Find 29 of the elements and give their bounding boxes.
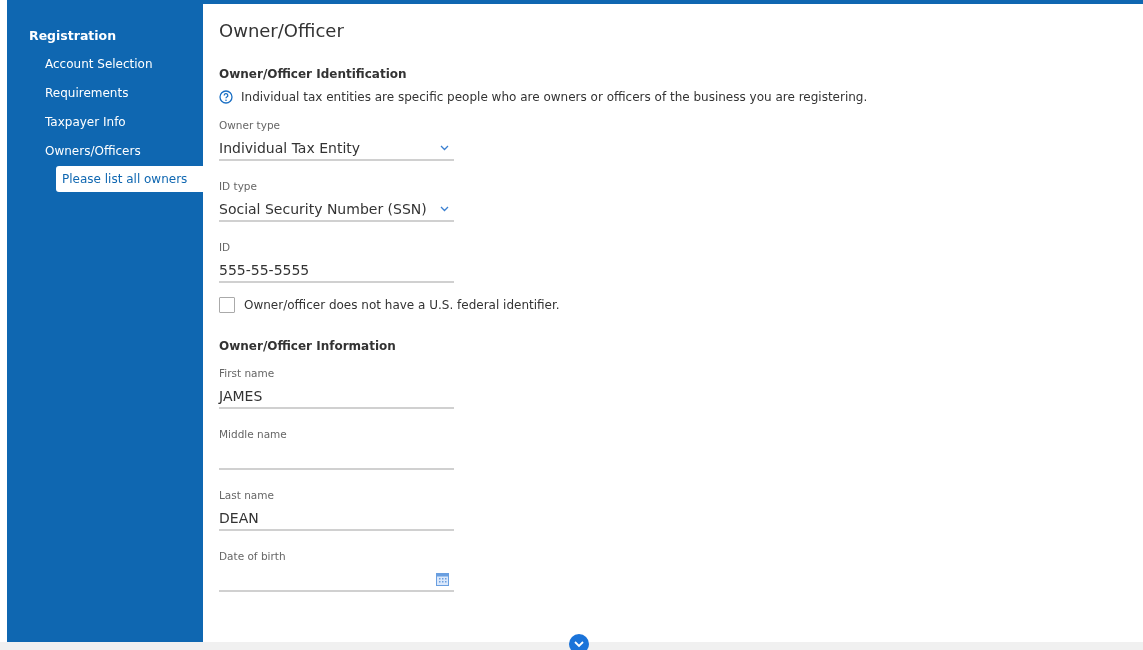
- chevron-down-icon: [440, 206, 449, 212]
- checkbox-label: Owner/officer does not have a U.S. federal identifier.: [244, 298, 560, 312]
- field-label: ID type: [219, 180, 257, 192]
- chevron-down-icon: [440, 145, 449, 151]
- page-title: Owner/Officer: [219, 20, 345, 41]
- sidebar-item[interactable]: Requirements: [7, 79, 203, 108]
- sidebar-item[interactable]: Owners/Officers: [7, 137, 203, 166]
- field-label: Date of birth: [219, 550, 286, 562]
- dropdown-field[interactable]: Individual Tax Entity: [219, 137, 454, 161]
- field-label: First name: [219, 367, 275, 379]
- text-field[interactable]: 555-55-5555: [219, 259, 454, 283]
- checkbox[interactable]: [219, 297, 235, 313]
- sidebar-heading: Registration: [28, 28, 118, 45]
- text-field[interactable]: DEAN: [219, 507, 454, 531]
- scroll-down-icon[interactable]: [569, 634, 589, 650]
- section-heading: Owner/Officer Information: [219, 339, 396, 353]
- sidebar-item[interactable]: Account Selection: [7, 50, 203, 79]
- dropdown-field[interactable]: Social Security Number (SSN): [219, 198, 454, 222]
- field-label: Owner type: [219, 119, 281, 131]
- field-label: ID: [219, 241, 231, 253]
- calendar-icon: [436, 572, 449, 586]
- info-text: Individual tax entities are specific people who are owners or officers of the business you are registering.: [241, 90, 868, 104]
- field-label: Middle name: [219, 428, 287, 440]
- sidebar-subitem[interactable]: Please list all owners: [56, 166, 203, 192]
- help-icon[interactable]: [219, 90, 233, 104]
- section-heading: Owner/Officer Identification: [219, 67, 407, 81]
- text-field[interactable]: JAMES: [219, 385, 454, 409]
- sidebar-item[interactable]: Taxpayer Info: [7, 108, 203, 137]
- field-label: Last name: [219, 489, 274, 501]
